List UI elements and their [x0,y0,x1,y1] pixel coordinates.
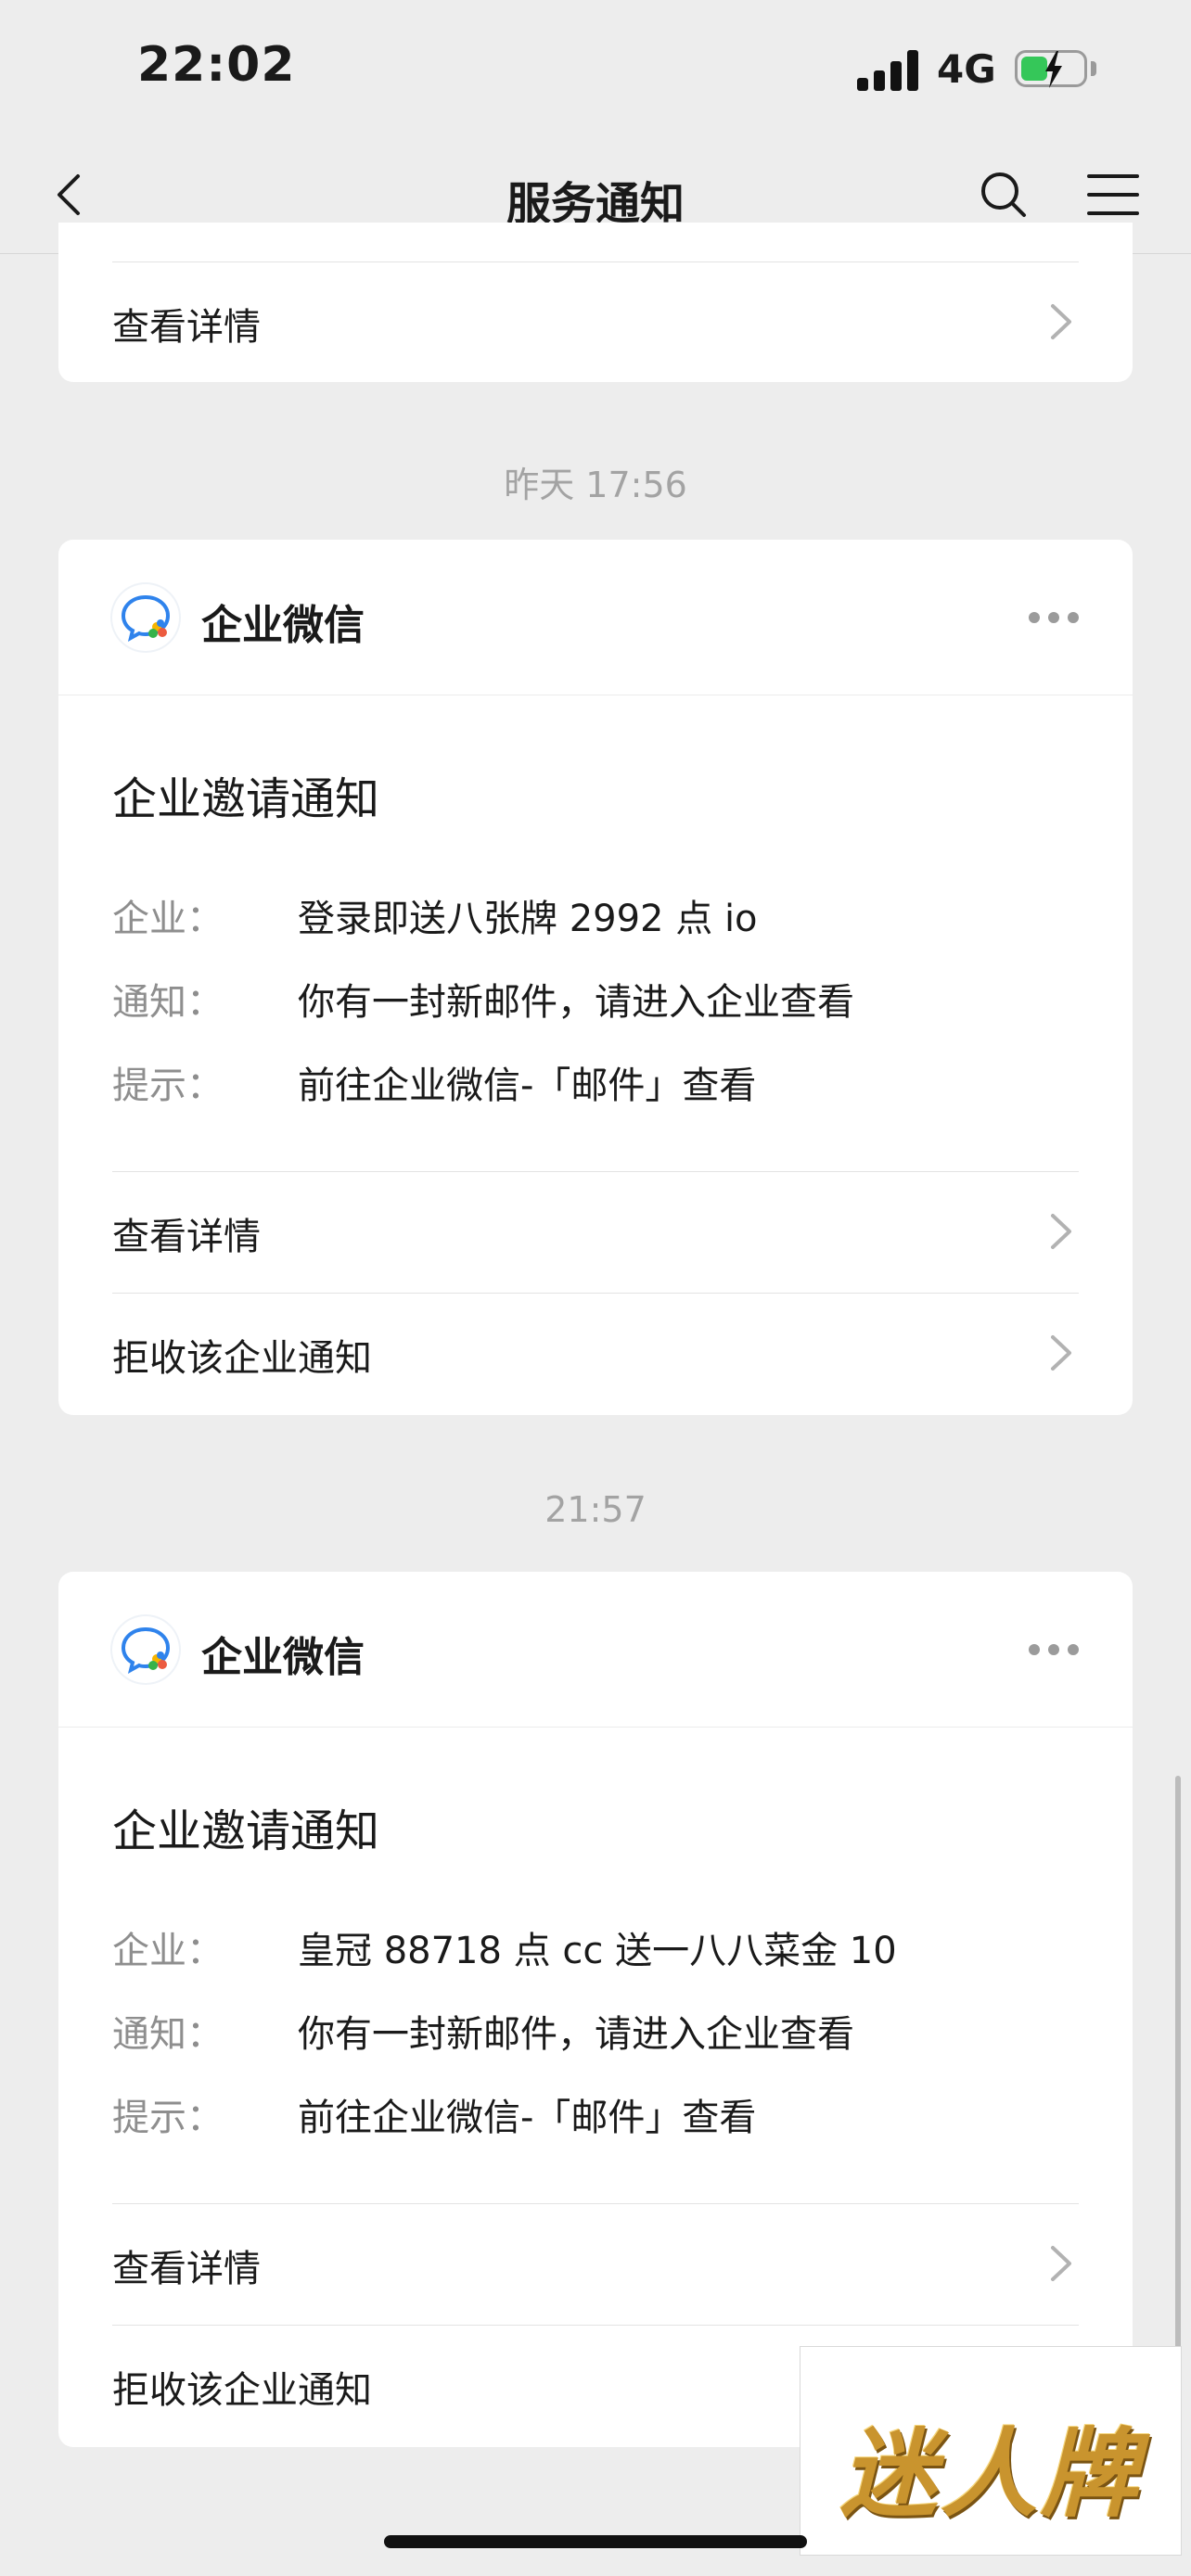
network-type: 4G [937,46,996,92]
field-label-tip: 提示： [112,2097,224,2139]
signal-icon [857,48,920,91]
more-icon[interactable] [1029,612,1079,625]
field-value-company: 皇冠 88718 点 cc 送一八八菜金 10 [298,1930,897,1972]
watermark-text: 迷人牌 [839,2417,1141,2531]
wecom-logo-icon [112,1616,179,1683]
view-details-label: 查看详情 [112,2248,261,2290]
field-label-notice: 通知： [112,981,224,1024]
message-timestamp: 21:57 [544,1489,647,1530]
reject-notifications-row[interactable]: 拒收该企业通知 [112,1293,1079,1413]
divider [112,1293,1079,1294]
notification-card: 企业微信 企业邀请通知 企业： 皇冠 88718 点 cc 送一八八菜金 10 … [58,1572,1133,2447]
chevron-right-icon [1051,304,1071,339]
notification-card-previous: 查看详情 [58,223,1133,382]
field-label-company: 企业： [112,1930,224,1972]
reject-label: 拒收该企业通知 [112,1337,372,1380]
card-header[interactable]: 企业微信 [58,1572,1133,1728]
field-label-tip: 提示： [112,1065,224,1107]
app-name: 企业微信 [201,602,365,649]
chevron-right-icon [1051,2246,1071,2281]
battery-icon [1015,50,1087,88]
status-time: 22:02 [137,37,296,93]
field-label-company: 企业： [112,898,224,940]
scrollbar[interactable] [1175,1776,1181,2351]
notification-card: 企业微信 企业邀请通知 企业： 登录即送八张牌 2992 点 io 通知： 你有… [58,540,1133,1415]
field-value-notice: 你有一封新邮件，请进入企业查看 [298,981,854,1024]
search-icon[interactable] [974,165,1033,224]
view-details-row[interactable]: 查看详情 [112,1171,1079,1292]
card-header[interactable]: 企业微信 [58,540,1133,695]
menu-icon[interactable] [1083,165,1143,224]
divider [112,2325,1079,2326]
chevron-right-icon [1051,1214,1071,1249]
battery-cap [1091,61,1096,76]
home-indicator[interactable] [384,2535,807,2548]
status-bar: 22:02 4G [0,0,1191,139]
more-icon[interactable] [1029,1644,1079,1657]
watermark-logo: 迷人牌 [800,2346,1182,2556]
view-details-row[interactable]: 查看详情 [112,2203,1079,2324]
field-label-notice: 通知： [112,2013,224,2056]
divider [112,1171,1079,1172]
field-value-notice: 你有一封新邮件，请进入企业查看 [298,2013,854,2056]
divider [112,2203,1079,2204]
notification-title: 企业邀请通知 [112,1805,380,1857]
chevron-right-icon [1051,1335,1071,1371]
field-value-company: 登录即送八张牌 2992 点 io [298,898,758,940]
view-details-row[interactable]: 查看详情 [112,261,1079,382]
field-value-tip: 前往企业微信-「邮件」查看 [298,2097,757,2139]
field-value-tip: 前往企业微信-「邮件」查看 [298,1065,757,1107]
message-timestamp: 昨天 17:56 [504,465,687,505]
view-details-label: 查看详情 [112,1216,261,1258]
reject-label: 拒收该企业通知 [112,2369,372,2412]
app-name: 企业微信 [201,1634,365,1681]
wecom-logo-icon [112,584,179,651]
view-details-label: 查看详情 [112,306,261,349]
notification-title: 企业邀请通知 [112,773,380,825]
